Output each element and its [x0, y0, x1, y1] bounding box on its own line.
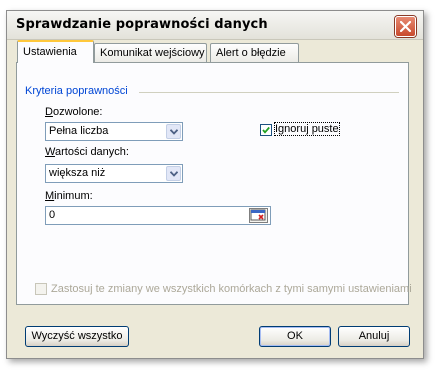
dropdown-arrow-button[interactable]	[166, 124, 181, 139]
allow-value: Pełna liczba	[49, 125, 109, 137]
title-bar[interactable]: Sprawdzanie poprawności danych	[7, 11, 423, 40]
dialog-title: Sprawdzanie poprawności danych	[16, 17, 268, 32]
minimum-input[interactable]: 0	[45, 206, 271, 225]
ok-button[interactable]: OK	[259, 326, 331, 347]
criteria-group-label: Kryteria poprawności	[25, 85, 130, 97]
tab-label: Ustawienia	[23, 46, 77, 58]
clear-all-label: Wyczyść wszystko	[31, 330, 123, 342]
ignore-blank-checkbox[interactable]	[260, 124, 272, 136]
tab-label: Alert o błędzie	[216, 47, 286, 59]
range-select-button[interactable]	[249, 208, 268, 223]
close-button[interactable]	[395, 16, 416, 37]
data-dropdown[interactable]: większa niż	[45, 164, 183, 183]
ignore-blank-label[interactable]: Ignoruj puste	[274, 122, 340, 136]
close-icon	[400, 21, 411, 32]
dropdown-arrow-button[interactable]	[166, 166, 181, 181]
tab-label: Komunikat wejściowy	[100, 47, 205, 59]
tab-alert-o-bledzie[interactable]: Alert o błędzie	[210, 43, 299, 62]
chevron-down-icon	[170, 129, 178, 135]
tab-ustawienia[interactable]: Ustawienia	[17, 40, 94, 63]
collapse-dialog-icon	[250, 209, 266, 221]
checkmark-icon	[262, 126, 270, 134]
data-value: większa niż	[49, 167, 106, 179]
cancel-label: Anuluj	[358, 330, 390, 342]
minimum-value: 0	[49, 209, 56, 221]
allow-label: Dozwolone:	[45, 106, 103, 118]
ok-label: OK	[287, 330, 303, 342]
clear-all-button[interactable]: Wyczyść wszystko	[25, 326, 129, 347]
allow-dropdown[interactable]: Pełna liczba	[45, 122, 183, 141]
tab-komunikat-wejsciowy[interactable]: Komunikat wejściowy	[94, 43, 207, 62]
group-divider	[139, 92, 399, 93]
minimum-label: Minimum:	[45, 190, 93, 202]
chevron-down-icon	[170, 171, 178, 177]
apply-all-label: Zastosuj te zmiany we wszystkich komórka…	[51, 283, 412, 295]
apply-all-checkbox[interactable]	[35, 283, 47, 295]
settings-panel	[16, 62, 409, 305]
data-label: Wartości danych:	[45, 146, 129, 158]
cancel-button[interactable]: Anuluj	[338, 326, 410, 347]
